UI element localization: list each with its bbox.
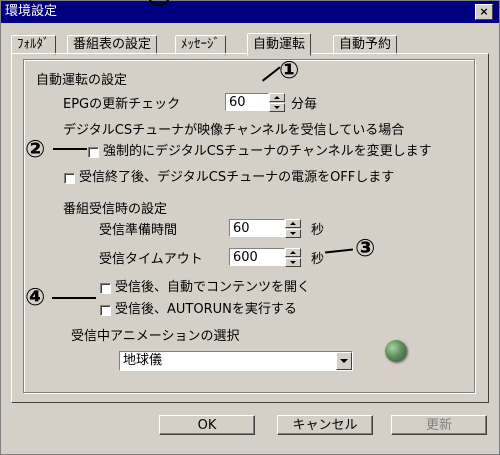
close-button[interactable]: ×	[475, 4, 493, 20]
auto-open-checkbox[interactable]	[100, 283, 111, 294]
spin-up-icon[interactable]	[269, 93, 285, 102]
tab-auto-reserve[interactable]: 自動予約	[333, 35, 398, 55]
annotation-4-line	[52, 297, 96, 299]
timeout-label: 受信タイムアウト	[99, 252, 203, 267]
annotation-3: ③	[355, 234, 376, 262]
power-off-label: 受信終了後、デジタルCSチューナの電源をOFFします	[79, 170, 395, 185]
tab-program-guide[interactable]: 番組表の設定	[67, 35, 158, 55]
animation-select-label: 受信中アニメーションの選択	[71, 329, 240, 344]
epg-unit-label: 分毎	[291, 97, 318, 112]
globe-icon	[385, 340, 407, 362]
animation-select-value: 地球儀	[123, 353, 163, 368]
prep-time-unit: 秒	[311, 223, 325, 238]
reception-heading: 番組受信時の設定	[63, 202, 168, 217]
autorun-checkbox[interactable]	[100, 305, 111, 316]
epg-interval-spin-buttons[interactable]	[269, 93, 285, 113]
timeout-unit: 秒	[311, 252, 325, 267]
autorun-label: 受信後、AUTORUNを実行する	[115, 302, 297, 317]
epg-interval-stepper[interactable]: 60	[225, 93, 285, 113]
spin-up-icon[interactable]	[285, 219, 301, 228]
timeout-stepper[interactable]: 600	[229, 248, 303, 268]
spin-up-icon[interactable]	[285, 248, 301, 257]
spin-down-icon[interactable]	[269, 103, 285, 112]
cancel-button[interactable]: キャンセル	[277, 415, 373, 435]
spin-down-icon[interactable]	[285, 229, 301, 238]
annotation-2: ②	[25, 135, 46, 163]
annotation-1: ①	[279, 56, 300, 84]
settings-window: 環境設定 × ﾌｫﾙﾀﾞ 番組表の設定 ﾒｯｾｰｼﾞ 自動運転 自動予約 自動運…	[0, 0, 500, 455]
apply-button[interactable]: 更新	[391, 415, 487, 435]
force-change-label: 強制的にデジタルCSチューナのチャンネルを変更します	[103, 144, 432, 159]
title-bar: 環境設定 ×	[1, 1, 499, 23]
window-title: 環境設定	[5, 4, 58, 19]
force-change-checkbox[interactable]	[88, 147, 99, 158]
tab-folder[interactable]: ﾌｫﾙﾀﾞ	[11, 35, 56, 55]
epg-check-label: EPGの更新チェック	[63, 97, 181, 112]
tab-auto-run[interactable]: 自動運転	[247, 33, 312, 56]
epg-interval-input[interactable]: 60	[225, 93, 269, 111]
animation-select[interactable]: 地球儀	[119, 351, 353, 371]
auto-run-heading: 自動運転の設定	[36, 73, 128, 88]
annotation-4: ④	[25, 283, 46, 311]
auto-open-label: 受信後、自動でコンテンツを開く	[115, 280, 311, 295]
ok-button[interactable]: OK	[159, 415, 255, 435]
timeout-spin-buttons[interactable]	[285, 248, 301, 268]
power-off-checkbox[interactable]	[64, 173, 75, 184]
prep-time-spin-buttons[interactable]	[285, 219, 301, 239]
annotation-2-line	[53, 148, 87, 150]
prep-time-input[interactable]: 60	[229, 219, 285, 237]
chevron-down-icon[interactable]	[336, 352, 352, 370]
timeout-input[interactable]: 600	[229, 248, 285, 266]
prep-time-stepper[interactable]: 60	[229, 219, 303, 239]
prep-time-label: 受信準備時間	[99, 223, 178, 238]
spin-down-icon[interactable]	[285, 258, 301, 267]
tab-message[interactable]: ﾒｯｾｰｼﾞ	[175, 35, 226, 55]
cs-note-text: デジタルCSチューナが映像チャンネルを受信している場合	[63, 123, 405, 138]
